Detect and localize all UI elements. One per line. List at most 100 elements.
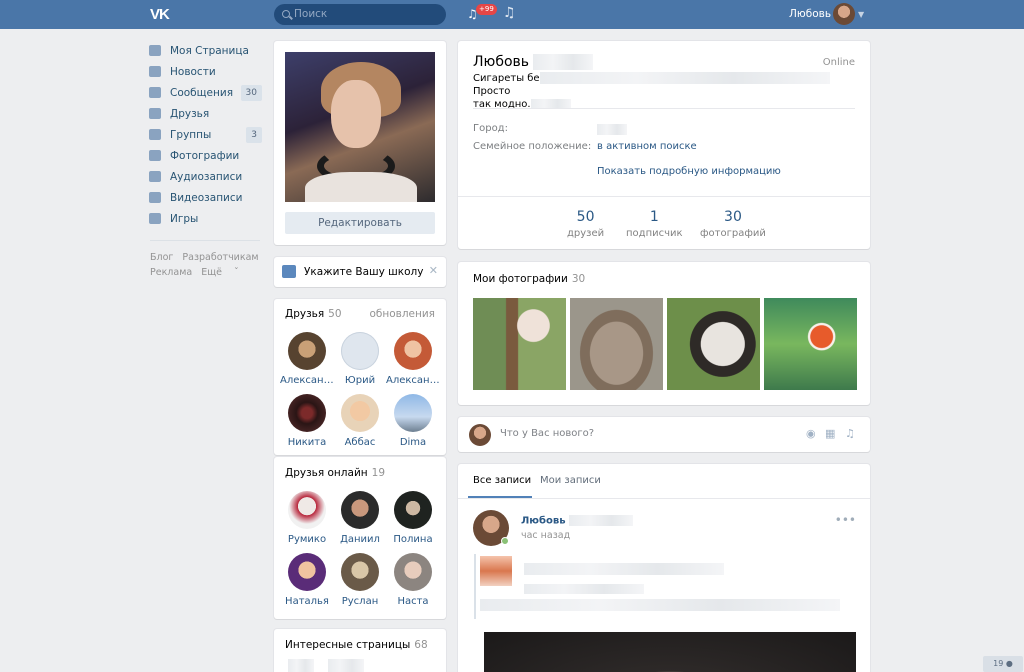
tab-my-posts[interactable]: Мои записи xyxy=(540,475,601,486)
friends-updates-link[interactable]: обновления xyxy=(369,308,435,320)
sidebar-item-groups[interactable]: Группы 3 xyxy=(148,126,264,147)
friend-item[interactable]: Александр xyxy=(280,332,334,386)
friends-online-title[interactable]: Друзья онлайн 19 xyxy=(285,467,385,479)
friend-item[interactable]: Александ… xyxy=(386,332,440,386)
sidebar-item-label: Моя Страница xyxy=(170,45,249,57)
post-author[interactable]: Любовь xyxy=(521,515,634,527)
friends-online-corner-badge[interactable]: 19 ● xyxy=(983,656,1023,672)
repost-avatar-blurred xyxy=(480,556,512,586)
profile-photo[interactable] xyxy=(285,52,435,202)
avatar xyxy=(288,491,326,529)
photo-thumb-cat[interactable] xyxy=(570,298,663,390)
city-label: Город: xyxy=(473,123,508,134)
stat-label: фотографий xyxy=(700,228,766,239)
home-icon xyxy=(149,45,161,56)
stat-label: подписчик xyxy=(626,228,683,239)
repost-bar xyxy=(474,554,476,619)
friend-item[interactable]: Аббас xyxy=(333,394,387,448)
stat-followers[interactable]: 1 подписчик xyxy=(626,209,683,239)
friends-title-text: Друзья xyxy=(285,308,325,320)
friends-online-title-text: Друзья онлайн xyxy=(285,467,368,479)
notifications-badge[interactable]: +99 xyxy=(476,4,497,15)
profile-name: Любовь xyxy=(473,54,594,70)
friend-online-item[interactable]: Румико xyxy=(280,491,334,545)
friend-online-item[interactable]: Наста xyxy=(386,553,440,607)
sidebar-item-messages[interactable]: Сообщения 30 xyxy=(148,84,264,105)
footer-link-ads[interactable]: Реклама xyxy=(150,267,192,278)
my-photos-title[interactable]: Мои фотографии 30 xyxy=(473,273,585,285)
divider xyxy=(473,108,855,109)
search-input[interactable]: Поиск xyxy=(274,4,446,25)
photo-thumb-clownfish[interactable] xyxy=(764,298,857,390)
avatar xyxy=(394,553,432,591)
vk-logo[interactable]: VK xyxy=(150,6,176,23)
sidebar-item-my-page[interactable]: Моя Страница xyxy=(148,42,264,63)
header-user-name[interactable]: Любовь xyxy=(789,8,831,20)
friend-item[interactable]: Юрий xyxy=(333,332,387,386)
interesting-pages-title[interactable]: Интересные страницы 68 xyxy=(285,639,428,651)
wall-card: Все записи Мои записи Любовь час назад •… xyxy=(458,464,870,672)
repost-name-blurred xyxy=(524,563,724,575)
city-value-blurred[interactable] xyxy=(597,124,627,135)
sidebar-item-games[interactable]: Игры xyxy=(148,210,264,231)
friends-title[interactable]: Друзья 50 xyxy=(285,308,342,320)
messages-count-badge: 30 xyxy=(240,85,262,101)
sidebar-item-photos[interactable]: Фотографии xyxy=(148,147,264,168)
music-icon[interactable]: ♫ xyxy=(845,428,857,440)
my-photos-card: Мои фотографии 30 xyxy=(458,262,870,405)
tab-all-posts[interactable]: Все записи xyxy=(473,475,531,486)
page-thumb-blurred xyxy=(288,659,314,672)
friend-online-item[interactable]: Руслан xyxy=(333,553,387,607)
friends-online-count: 19 xyxy=(371,467,386,479)
stat-photos[interactable]: 30 фотографий xyxy=(700,209,766,239)
friend-item[interactable]: Никита xyxy=(280,394,334,448)
post-time[interactable]: час назад xyxy=(521,530,570,541)
school-icon xyxy=(282,265,296,278)
new-post-placeholder[interactable]: Что у Вас нового? xyxy=(500,428,594,439)
sidebar-item-video[interactable]: Видеозаписи xyxy=(148,189,264,210)
music-icon[interactable]: ♫ xyxy=(503,5,516,21)
friend-online-item[interactable]: Полина xyxy=(386,491,440,545)
header-avatar[interactable] xyxy=(833,3,855,25)
sidebar-item-news[interactable]: Новости xyxy=(148,63,264,84)
friend-item[interactable]: Dima xyxy=(386,394,440,448)
close-icon[interactable]: ✕ xyxy=(429,264,438,277)
footer-link-more[interactable]: Ещё ˇ xyxy=(201,267,239,278)
friend-online-item[interactable]: Даниил xyxy=(333,491,387,545)
friends-online-block: Друзья онлайн 19 Румико Даниил Полина Нат… xyxy=(274,457,446,619)
sidebar-item-friends[interactable]: Друзья xyxy=(148,105,264,126)
friend-name: Наталья xyxy=(285,596,329,607)
more-options-icon[interactable]: ••• xyxy=(835,513,856,527)
camera-icon[interactable]: ◉ xyxy=(806,428,818,440)
sidebar-item-audio[interactable]: Аудиозаписи xyxy=(148,168,264,189)
friend-name: Никита xyxy=(287,437,327,448)
photo-thumb-animal-tree[interactable] xyxy=(473,298,566,390)
sidebar-divider xyxy=(150,240,260,241)
profile-info-card: Любовь Online Сигареты бе Просто так мод… xyxy=(458,41,870,249)
footer-link-blog[interactable]: Блог xyxy=(150,252,173,263)
sidebar-item-label: Видеозаписи xyxy=(170,192,243,204)
family-status-value[interactable]: в активном поиске xyxy=(597,141,697,152)
family-status-label: Семейное положение: xyxy=(473,141,592,152)
stat-value: 1 xyxy=(649,209,659,225)
chevron-down-icon[interactable]: ▼ xyxy=(858,10,864,19)
stat-friends[interactable]: 50 друзей xyxy=(567,209,604,239)
sidebar-item-label: Новости xyxy=(170,66,216,78)
school-prompt[interactable]: Укажите Вашу школу ✕ xyxy=(274,257,446,287)
friends-icon xyxy=(149,108,161,119)
avatar xyxy=(341,553,379,591)
footer-link-developers[interactable]: Разработчикам xyxy=(182,252,258,263)
new-post-box[interactable]: Что у Вас нового? ◉ ▦ ♫ xyxy=(458,417,870,452)
repost-meta-blurred xyxy=(524,584,644,594)
photo-thumb-cat-bw[interactable] xyxy=(667,298,760,390)
show-more-info-link[interactable]: Показать подробную информацию xyxy=(597,166,781,177)
friend-name: Аббас xyxy=(344,437,376,448)
photo-face xyxy=(331,80,381,148)
avatar xyxy=(394,491,432,529)
edit-profile-button[interactable]: Редактировать xyxy=(285,212,435,234)
friend-name: Руслан xyxy=(341,596,379,607)
post-image[interactable] xyxy=(484,632,856,672)
friend-online-item[interactable]: Наталья xyxy=(280,553,334,607)
video-icon[interactable]: ▦ xyxy=(825,428,837,440)
profile-status[interactable]: Сигареты бе Просто так модно. xyxy=(473,72,858,111)
